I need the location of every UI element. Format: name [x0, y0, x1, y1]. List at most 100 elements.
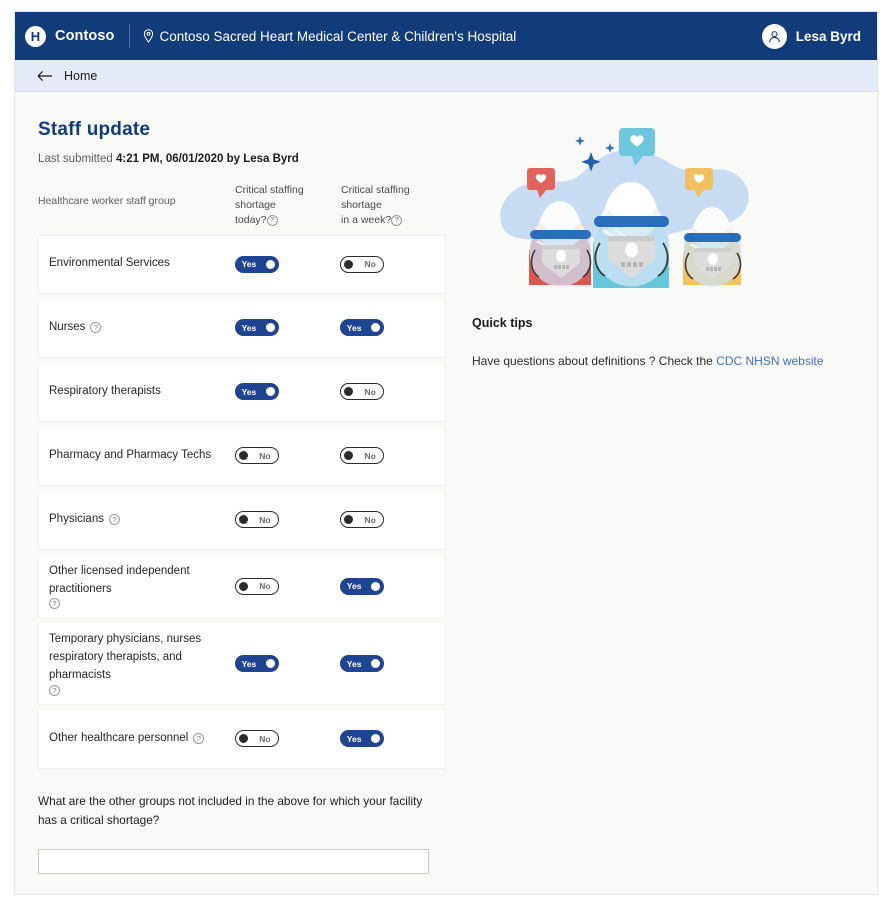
toggle-shortage-week[interactable]: Yes — [339, 730, 384, 748]
toggle-shortage-week[interactable]: Yes — [339, 319, 384, 337]
user-name: Lesa Byrd — [795, 28, 861, 44]
cdc-nhsn-website-link[interactable]: CDC NHSN website — [716, 354, 823, 368]
toggle-shortage-today[interactable]: Yes — [234, 383, 279, 401]
toggle-label: Yes — [241, 322, 257, 333]
arrow-left-icon[interactable] — [37, 70, 54, 82]
table-row: Respiratory therapists Yes No — [38, 362, 446, 422]
column-header-today-line2: today? — [235, 213, 267, 226]
other-groups-input[interactable] — [38, 848, 429, 874]
help-circle-icon[interactable]: ? — [90, 322, 102, 334]
column-header-staff-group: Healthcare worker staff group — [38, 195, 176, 207]
toggle-knob — [265, 387, 275, 397]
toggle-label: Yes — [241, 259, 257, 270]
toggle-knob — [265, 323, 275, 333]
toggle-shortage-today[interactable]: No — [234, 447, 279, 465]
help-circle-icon[interactable]: ? — [193, 733, 205, 745]
help-circle-icon[interactable]: ? — [49, 598, 60, 610]
toggle-label: No — [259, 450, 271, 461]
user-menu[interactable]: Lesa Byrd — [761, 23, 861, 49]
staff-group-label: Respiratory therapists — [39, 383, 235, 401]
staff-group-label-text: Physicians — [49, 512, 104, 525]
page-content: Staff update Last submitted 4:21 PM, 06/… — [15, 92, 877, 894]
toggle-label: Yes — [241, 386, 257, 397]
brand-name: Contoso — [55, 28, 115, 44]
toggle-shortage-week[interactable]: No — [339, 447, 384, 465]
staff-group-label: Pharmacy and Pharmacy Techs — [39, 447, 235, 465]
toggle-shortage-week-cell: Yes — [339, 577, 445, 595]
toggle-knob — [370, 659, 380, 669]
toggle-shortage-today[interactable]: Yes — [234, 255, 279, 273]
quick-tips-title: Quick tips — [472, 316, 533, 330]
app-frame: H Contoso Contoso Sacred Heart Medical C… — [14, 11, 878, 895]
column-header-shortage-today: Critical staffing shortage today?? — [235, 183, 341, 228]
help-circle-icon[interactable]: ? — [391, 214, 403, 226]
toggle-shortage-week-cell: No — [339, 383, 445, 401]
healthcare-workers-masks-illustration — [467, 110, 817, 305]
toggle-shortage-today-cell: No — [234, 577, 340, 595]
staff-group-list: Environmental Services Yes No Nurses? Yes Yes… — [38, 234, 449, 769]
toggle-shortage-week-cell: No — [339, 511, 445, 529]
staff-group-label-text: Nurses — [49, 320, 86, 333]
toggle-shortage-week-cell: Yes — [339, 319, 445, 337]
toggle-shortage-week[interactable]: No — [339, 255, 384, 273]
staff-group-label-text: Environmental Services — [49, 257, 170, 270]
toggle-knob — [238, 451, 248, 461]
staff-group-label-text: Pharmacy and Pharmacy Techs — [49, 448, 212, 461]
help-circle-icon[interactable]: ? — [108, 514, 120, 526]
toggle-knob — [238, 515, 248, 525]
toggle-knob — [343, 451, 353, 461]
facility-selector[interactable]: Contoso Sacred Heart Medical Center & Ch… — [143, 29, 516, 44]
toggle-label: No — [364, 259, 376, 270]
staff-group-label: Physicians? — [39, 511, 235, 529]
toggle-shortage-today[interactable]: No — [234, 511, 279, 529]
toggle-label: No — [364, 514, 376, 525]
staff-group-label: Nurses? — [39, 319, 235, 337]
toggle-shortage-week[interactable]: Yes — [339, 577, 384, 595]
user-avatar-icon — [768, 30, 780, 42]
quick-tips-column: Quick tips Have questions about definiti… — [449, 92, 877, 894]
contoso-logo-icon: H — [25, 25, 46, 47]
table-row: Environmental Services Yes No — [38, 234, 446, 294]
breadcrumb-home-link[interactable]: Home — [64, 69, 97, 83]
staff-group-label-text: Respiratory therapists — [49, 384, 161, 397]
last-submitted-value: 4:21 PM, 06/01/2020 by Lesa Byrd — [115, 153, 299, 165]
divider — [128, 24, 130, 48]
toggle-shortage-week-cell: Yes — [339, 730, 445, 748]
toggle-shortage-today-cell: Yes — [234, 655, 340, 673]
help-circle-icon[interactable]: ? — [266, 214, 278, 226]
toggle-shortage-today[interactable]: No — [234, 577, 279, 595]
toggle-label: No — [259, 733, 271, 744]
toggle-shortage-week-cell: Yes — [339, 655, 445, 673]
toggle-shortage-today[interactable]: Yes — [234, 319, 279, 337]
column-header-week-line2: in a week? — [341, 213, 392, 226]
toggle-knob — [370, 734, 380, 744]
page-title: Staff update — [38, 119, 151, 140]
toggle-shortage-today[interactable]: No — [234, 730, 279, 748]
toggle-shortage-week-cell: No — [339, 447, 445, 465]
avatar — [761, 23, 787, 49]
table-row: Other healthcare personnel? No Yes — [38, 709, 446, 769]
toggle-label: Yes — [346, 658, 362, 669]
brand[interactable]: H Contoso — [25, 25, 115, 47]
toggle-shortage-week[interactable]: No — [339, 511, 384, 529]
quick-tips-text: Have questions about definitions ? Check… — [472, 354, 877, 368]
toggle-shortage-week[interactable]: No — [339, 383, 384, 401]
staff-group-label: Temporary physicians, nurses respiratory… — [39, 631, 235, 696]
toggle-shortage-today[interactable]: Yes — [234, 655, 279, 673]
table-row: Other licensed independent practitioners… — [38, 554, 446, 619]
toggle-label: No — [259, 581, 271, 592]
staff-group-label-text: Temporary physicians, nurses respiratory… — [49, 633, 202, 681]
toggle-shortage-week[interactable]: Yes — [339, 655, 384, 673]
help-circle-icon[interactable]: ? — [49, 684, 60, 696]
toggle-label: No — [259, 514, 271, 525]
column-header-shortage-week: Critical staffing shortage in a week?? — [341, 183, 447, 228]
toggle-shortage-today-cell: No — [234, 511, 340, 529]
toggle-knob — [343, 515, 353, 525]
table-row: Nurses? Yes Yes — [38, 298, 446, 358]
toggle-label: Yes — [241, 658, 257, 669]
form-column: Staff update Last submitted 4:21 PM, 06/… — [15, 92, 449, 894]
staff-group-label-text: Other licensed independent practitioners — [49, 564, 190, 595]
toggle-knob — [370, 581, 380, 591]
toggle-shortage-today-cell: No — [234, 730, 340, 748]
toggle-shortage-today-cell: Yes — [234, 383, 340, 401]
